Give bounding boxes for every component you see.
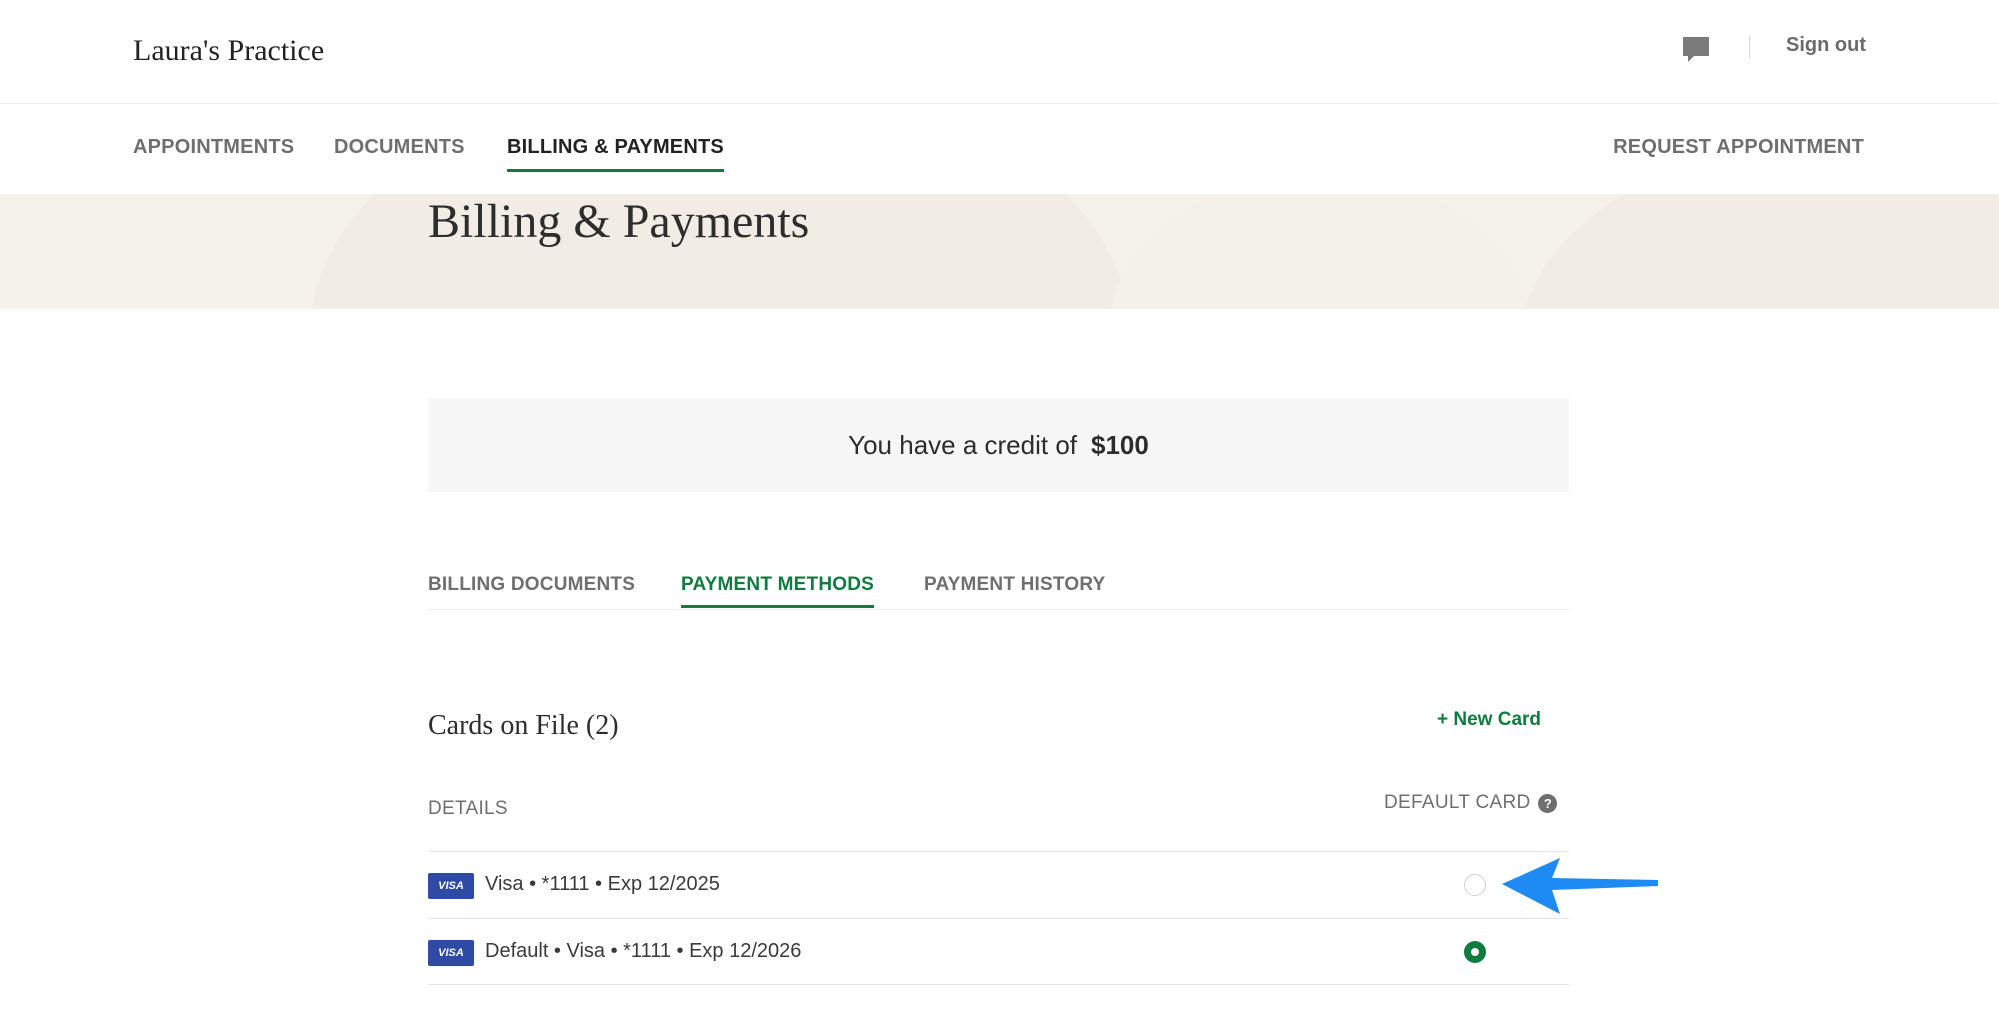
header-divider: [1749, 36, 1750, 58]
visa-logo-icon: VISA: [428, 940, 474, 966]
hero-decoration: [1520, 194, 1999, 309]
tab-payment-history[interactable]: PAYMENT HISTORY: [924, 574, 1105, 605]
page-title: Billing & Payments: [428, 195, 810, 248]
card-row: VISA Default • Visa • *1111 • Exp 12/202…: [428, 918, 1569, 985]
tab-billing-documents[interactable]: BILLING DOCUMENTS: [428, 574, 635, 605]
top-header: Laura's Practice Sign out: [0, 0, 1999, 104]
nav-billing-payments[interactable]: BILLING & PAYMENTS: [507, 136, 724, 172]
practice-name[interactable]: Laura's Practice: [133, 34, 324, 68]
chat-bubble-icon[interactable]: [1680, 34, 1712, 66]
default-card-radio-selected[interactable]: [1464, 941, 1486, 963]
hero-decoration: [1110, 194, 1530, 309]
tab-payment-methods[interactable]: PAYMENT METHODS: [681, 574, 875, 608]
new-card-button[interactable]: + New Card: [1437, 709, 1541, 731]
credit-text: You have a credit of: [848, 429, 1078, 460]
sign-out-link[interactable]: Sign out: [1786, 34, 1866, 57]
default-card-label: DEFAULT CARD: [1384, 792, 1531, 813]
question-circle-icon[interactable]: ?: [1538, 793, 1558, 813]
billing-tabs: BILLING DOCUMENTS PAYMENT METHODS PAYMEN…: [428, 570, 1569, 610]
annotation-arrow-icon: [1502, 858, 1658, 914]
cards-on-file-title: Cards on File (2): [428, 710, 619, 741]
main-nav: APPOINTMENTS DOCUMENTS BILLING & PAYMENT…: [0, 104, 1999, 194]
request-appointment-link[interactable]: REQUEST APPOINTMENT: [1613, 136, 1864, 159]
nav-documents[interactable]: DOCUMENTS: [334, 136, 465, 169]
card-details: Visa • *1111 • Exp 12/2025: [485, 873, 720, 895]
credit-amount: $100: [1091, 429, 1149, 460]
credit-banner: You have a credit of $100: [428, 398, 1569, 492]
visa-logo-icon: VISA: [428, 873, 474, 899]
details-column-header: DETAILS: [428, 798, 508, 819]
card-details: Default • Visa • *1111 • Exp 12/2026: [485, 940, 802, 962]
default-card-radio[interactable]: [1464, 874, 1486, 896]
page-hero: Billing & Payments: [0, 194, 1999, 309]
nav-appointments[interactable]: APPOINTMENTS: [133, 136, 294, 169]
default-card-column-header: DEFAULT CARD ?: [1384, 792, 1558, 814]
card-row: VISA Visa • *1111 • Exp 12/2025: [428, 851, 1569, 918]
